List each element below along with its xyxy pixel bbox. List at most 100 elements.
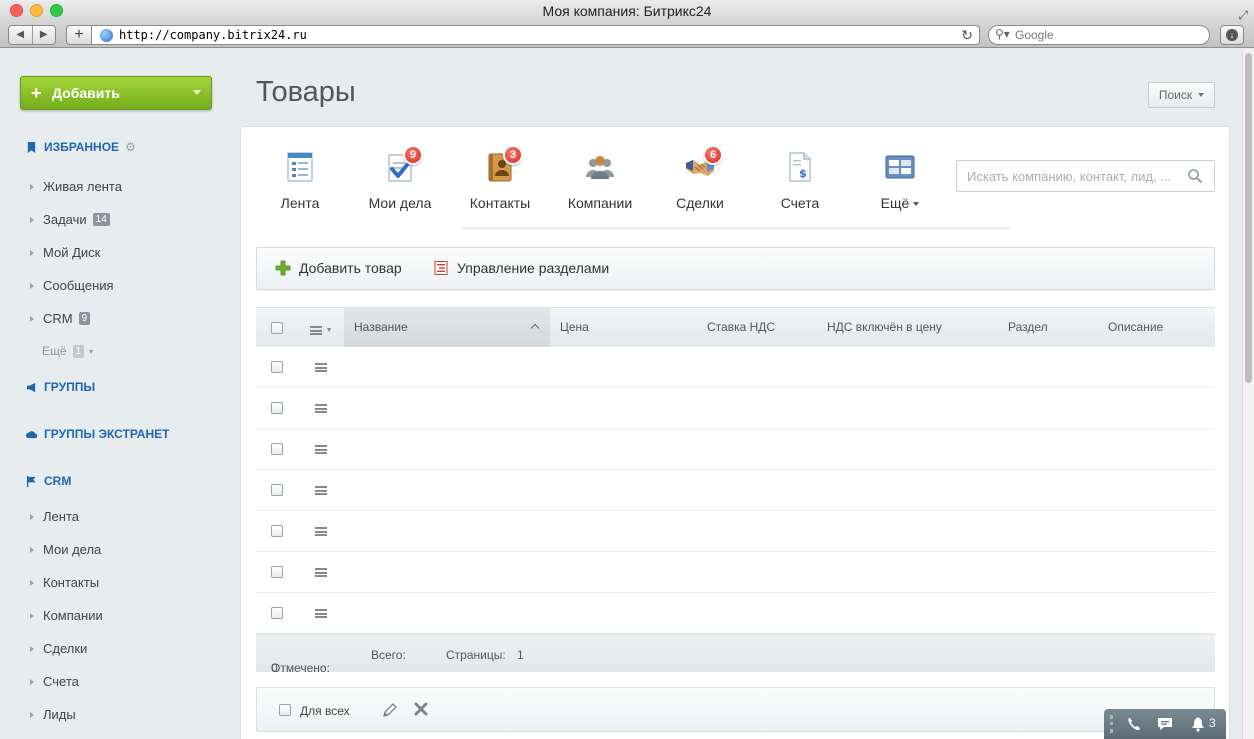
- row-menu-icon[interactable]: [315, 568, 327, 577]
- pencil-icon[interactable]: [381, 701, 399, 719]
- delete-icon[interactable]: [413, 701, 429, 717]
- notifications-count: 3: [1209, 716, 1216, 730]
- add-bookmark-button[interactable]: +: [66, 25, 92, 45]
- gear-icon[interactable]: ⚙: [125, 140, 136, 154]
- browser-search-input[interactable]: ⚲▾ Google: [988, 25, 1210, 45]
- sidebar-item-label: Мои дела: [43, 542, 102, 557]
- row-menu-icon[interactable]: [315, 404, 327, 413]
- tab-feed[interactable]: Лента: [256, 145, 356, 231]
- svg-text:$: $: [799, 167, 807, 180]
- search-button[interactable]: Поиск: [1148, 82, 1215, 108]
- for-all-checkbox[interactable]: [279, 704, 291, 716]
- sidebar-item-crm-contacts[interactable]: Контакты: [30, 575, 99, 590]
- counter-badge: 9: [78, 312, 91, 325]
- cloud-icon: [26, 430, 37, 438]
- crm-search-field: [956, 160, 1215, 192]
- table-row[interactable]: [256, 470, 1215, 511]
- back-icon[interactable]: ◀: [9, 26, 33, 44]
- sidebar-item-messages[interactable]: Сообщения: [30, 278, 114, 293]
- messenger-bar: 3: [1104, 709, 1226, 739]
- sidebar-item-crm-deals[interactable]: Сделки: [30, 641, 87, 656]
- add-product-button[interactable]: Добавить товар: [275, 260, 402, 276]
- tab-deals[interactable]: 6 Сделки: [656, 145, 756, 231]
- window-titlebar: Моя компания: Битрикс24 ⤢: [0, 0, 1254, 22]
- tab-contacts[interactable]: 3 Контакты: [456, 145, 556, 231]
- sidebar-item-tasks[interactable]: Задачи 14: [30, 212, 110, 227]
- tab-invoices[interactable]: $ Счета: [756, 145, 856, 231]
- zoom-window-button[interactable]: [50, 4, 63, 17]
- close-window-button[interactable]: [10, 4, 23, 17]
- manage-sections-button[interactable]: Управление разделами: [433, 260, 609, 276]
- bell-icon[interactable]: [1190, 716, 1206, 732]
- add-button[interactable]: + Добавить: [20, 76, 212, 110]
- column-header-section[interactable]: Раздел: [1008, 308, 1048, 347]
- column-header-vat-included[interactable]: НДС включён в цену: [827, 308, 942, 347]
- sidebar-more-label: Ещё: [42, 344, 67, 358]
- table-row[interactable]: [256, 593, 1215, 634]
- groups-section-header[interactable]: ГРУППЫ: [26, 380, 95, 394]
- add-product-label: Добавить товар: [299, 260, 402, 276]
- chat-icon[interactable]: [1156, 716, 1174, 732]
- sidebar-item-crm-invoices[interactable]: Счета: [30, 674, 79, 689]
- reload-icon[interactable]: ↻: [961, 27, 973, 44]
- row-menu-icon[interactable]: [315, 527, 327, 536]
- megaphone-icon: [26, 382, 36, 392]
- address-bar[interactable]: http://company.bitrix24.ru ↻: [92, 25, 980, 45]
- sidebar-item-my-disk[interactable]: Мой Диск: [30, 245, 100, 260]
- tab-badge: 9: [403, 145, 423, 165]
- forward-icon[interactable]: ▶: [33, 26, 56, 44]
- drag-handle[interactable]: [1110, 715, 1113, 733]
- downloads-button[interactable]: ↓: [1220, 25, 1244, 45]
- row-menu-icon[interactable]: [315, 609, 327, 618]
- sidebar-item-live-feed[interactable]: Живая лента: [30, 179, 122, 194]
- column-header-price[interactable]: Цена: [560, 308, 589, 347]
- minimize-window-button[interactable]: [30, 4, 43, 17]
- sidebar-item-label: Лента: [43, 509, 79, 524]
- row-menu-icon[interactable]: [315, 486, 327, 495]
- column-header-vat-rate[interactable]: Ставка НДС: [707, 308, 775, 347]
- sidebar-more[interactable]: Ещё 1 ▾: [42, 344, 93, 358]
- pages-value[interactable]: 1: [517, 648, 524, 662]
- favorites-section-header[interactable]: ИЗБРАННОЕ ⚙: [26, 140, 136, 154]
- table-row[interactable]: [256, 552, 1215, 593]
- table-row[interactable]: [256, 511, 1215, 552]
- counter-badge: 1: [72, 344, 85, 358]
- scrollbar-thumb[interactable]: [1245, 53, 1252, 383]
- table-row[interactable]: [256, 429, 1215, 470]
- row-checkbox[interactable]: [271, 361, 283, 373]
- tab-my-activities[interactable]: 9 Мои дела: [356, 145, 456, 231]
- row-checkbox[interactable]: [271, 607, 283, 619]
- tab-more[interactable]: Ещё: [856, 145, 956, 231]
- row-checkbox[interactable]: [271, 525, 283, 537]
- table-row[interactable]: [256, 347, 1215, 388]
- add-button-label: Добавить: [52, 85, 120, 101]
- extranet-section-header[interactable]: ГРУППЫ ЭКСТРАНЕТ: [26, 427, 169, 441]
- row-menu-icon[interactable]: [315, 445, 327, 454]
- sidebar-item-crm-activities[interactable]: Мои дела: [30, 542, 101, 557]
- column-settings-button[interactable]: ▼: [310, 323, 333, 338]
- feed-icon: [287, 152, 313, 182]
- sidebar-item-label: Компании: [43, 608, 103, 623]
- search-button-label: Поиск: [1158, 88, 1193, 102]
- row-menu-icon[interactable]: [315, 363, 327, 372]
- tab-companies[interactable]: Компании: [556, 145, 656, 231]
- column-header-description[interactable]: Описание: [1108, 308, 1163, 347]
- column-header-name[interactable]: Название: [344, 308, 550, 347]
- search-icon[interactable]: [1187, 168, 1203, 184]
- selected-value: 0: [271, 661, 278, 675]
- row-checkbox[interactable]: [271, 443, 283, 455]
- sidebar-item-crm-feed[interactable]: Лента: [30, 509, 79, 524]
- row-checkbox[interactable]: [271, 484, 283, 496]
- crm-section-header[interactable]: CRM: [26, 474, 71, 488]
- sidebar-item-crm-companies[interactable]: Компании: [30, 608, 103, 623]
- download-icon: ↓: [1226, 29, 1238, 41]
- crm-search-input[interactable]: [957, 161, 1182, 191]
- sidebar-item-crm-leads[interactable]: Лиды: [30, 707, 76, 722]
- phone-icon[interactable]: [1126, 716, 1142, 732]
- row-checkbox[interactable]: [271, 402, 283, 414]
- action-panel: Добавить товар Управление разделами: [256, 247, 1215, 290]
- select-all-checkbox[interactable]: [271, 322, 283, 334]
- row-checkbox[interactable]: [271, 566, 283, 578]
- sidebar-item-crm[interactable]: CRM 9: [30, 311, 91, 326]
- table-row[interactable]: [256, 388, 1215, 429]
